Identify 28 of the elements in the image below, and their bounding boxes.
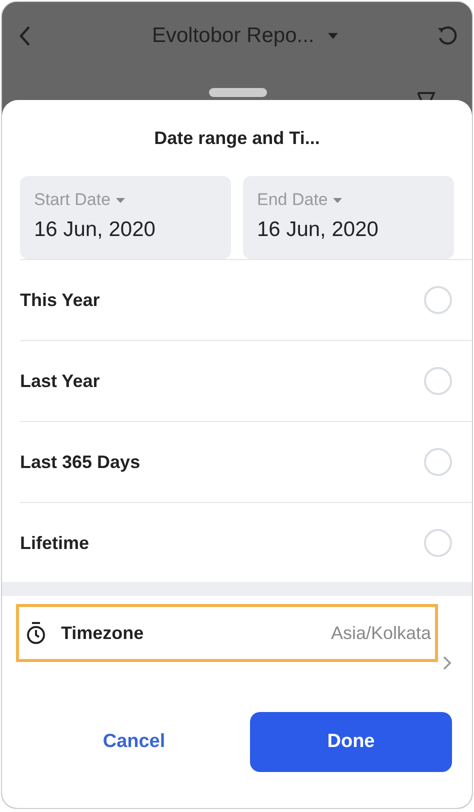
timezone-row[interactable]: Timezone Asia/Kolkata xyxy=(16,604,438,662)
stopwatch-icon xyxy=(25,621,47,645)
sheet-title: Date range and Ti... xyxy=(153,127,321,150)
radio-button[interactable] xyxy=(424,286,452,314)
caret-icon xyxy=(116,198,125,202)
caret-icon[interactable] xyxy=(328,33,338,39)
date-label: End Date xyxy=(257,190,328,210)
back-icon[interactable] xyxy=(18,25,32,47)
radio-button[interactable] xyxy=(424,448,452,476)
filter-icon[interactable] xyxy=(416,92,436,102)
date-value: 16 Jun, 2020 xyxy=(34,218,156,242)
caret-icon xyxy=(332,198,342,202)
option-label[interactable]: Last Year xyxy=(20,370,100,392)
date-field[interactable]: End Date 16 Jun, 2020 xyxy=(243,176,454,259)
date-label: Start Date xyxy=(34,190,111,210)
refresh-icon[interactable] xyxy=(436,25,458,47)
timezone-label: Timezone xyxy=(61,622,144,644)
radio-button[interactable] xyxy=(424,367,452,395)
done-button[interactable]: Done xyxy=(250,712,452,772)
option-label[interactable]: This Year xyxy=(20,290,100,310)
date-value: 16 Jun, 2020 xyxy=(257,218,380,242)
chevron-right-icon[interactable] xyxy=(443,656,452,670)
radio-button[interactable] xyxy=(424,529,452,557)
option-label[interactable]: Last 365 Days xyxy=(20,452,140,472)
date-field[interactable]: Start Date 16 Jun, 2020 xyxy=(20,176,231,259)
drag-handle[interactable] xyxy=(209,88,267,97)
option-label[interactable]: Lifetime xyxy=(20,532,90,554)
timezone-value: Asia/Kolkata xyxy=(330,622,431,644)
